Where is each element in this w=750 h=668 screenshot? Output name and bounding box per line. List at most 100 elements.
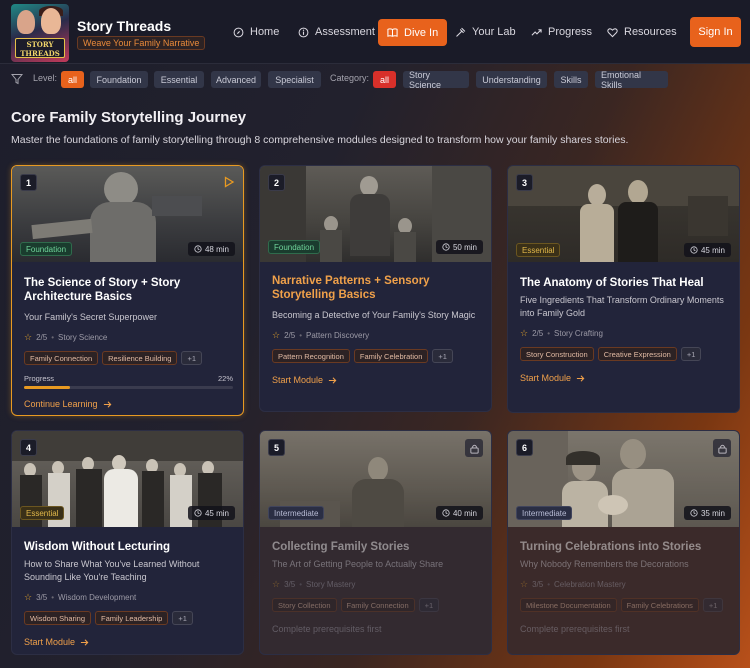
module-tags: Wisdom Sharing Family Leadership +1 — [24, 611, 233, 625]
nav-progress[interactable]: Progress — [522, 19, 601, 45]
module-category: Pattern Discovery — [306, 331, 370, 340]
compass-icon — [233, 27, 244, 37]
level-filter-label: Level: — [33, 73, 58, 83]
level-chip-essential[interactable]: Essential — [154, 71, 204, 88]
nav-your-lab[interactable]: Your Lab — [446, 19, 525, 45]
module-tag: Family Celebration — [353, 349, 429, 363]
module-card[interactable]: 2 Foundation 50 min Narrative Patterns +… — [259, 165, 492, 412]
category-chip-all[interactable]: all — [373, 71, 396, 88]
duration-text: 45 min — [204, 508, 229, 518]
module-description: Your Family's Secret Superpower — [24, 312, 157, 322]
arrow-right-icon — [328, 376, 337, 384]
action-label: Start Module — [520, 373, 572, 383]
brand-tagline: Weave Your Family Narrative — [77, 36, 206, 50]
module-tag: Story Construction — [520, 347, 594, 361]
level-chip-foundation[interactable]: Foundation — [90, 71, 148, 88]
play-icon[interactable] — [223, 176, 235, 188]
module-card[interactable]: 3 Essential 45 min The Anatomy of Storie… — [507, 165, 740, 413]
start-module-button[interactable]: Start Module — [272, 375, 481, 385]
logo-face-shape — [17, 10, 35, 34]
flask-icon — [456, 27, 466, 37]
module-category: Story Crafting — [554, 329, 603, 338]
category-filter-label: Category: — [330, 73, 370, 83]
category-chip-emotional-skills[interactable]: Emotional Skills — [595, 70, 668, 90]
action-label: Complete prerequisites first — [272, 624, 382, 634]
module-card: 5 Intermediate 40 min Collecting Family … — [259, 430, 492, 655]
duration-text: 48 min — [204, 244, 229, 254]
sign-in-button[interactable]: Sign In — [690, 17, 741, 47]
level-chip-all[interactable]: all — [61, 71, 84, 88]
meta-separator: • — [547, 329, 551, 338]
more-tags-badge[interactable]: +1 — [432, 349, 453, 363]
brand-title: Story Threads — [77, 18, 172, 34]
page-subtitle: Master the foundations of family storyte… — [11, 134, 629, 146]
module-rating: 3/5 — [532, 580, 544, 589]
info-circle-icon — [298, 27, 309, 37]
module-description: Why Nobody Remembers the Decorations — [520, 559, 689, 569]
module-tags: Family Connection Resilience Building +1 — [24, 351, 233, 365]
start-module-button[interactable]: Start Module — [24, 637, 233, 647]
continue-learning-button[interactable]: Continue Learning — [24, 399, 233, 409]
action-label: Complete prerequisites first — [520, 624, 630, 634]
nav-resources[interactable]: Resources — [598, 19, 686, 45]
module-title: Turning Celebrations into Stories — [520, 541, 702, 553]
meta-separator: • — [51, 593, 55, 602]
module-title: Wisdom Without Lecturing — [24, 541, 171, 553]
level-badge: Intermediate — [516, 506, 573, 520]
category-chip-story-science[interactable]: Story Science — [403, 70, 469, 90]
star-icon: ☆ — [520, 328, 529, 338]
module-tag: Family Connection — [340, 598, 415, 612]
module-body: Collecting Family Stories The Art of Get… — [272, 540, 481, 634]
star-icon: ☆ — [24, 332, 33, 342]
meta-separator: • — [299, 580, 303, 589]
level-badge: Intermediate — [268, 506, 325, 520]
action-label: Start Module — [24, 637, 76, 647]
module-card: 6 Intermediate 35 min Turning Celebratio… — [507, 430, 740, 655]
nav-progress-label: Progress — [548, 26, 593, 38]
module-category: Story Mastery — [306, 580, 356, 589]
module-title: Collecting Family Stories — [272, 541, 410, 553]
module-tag: Resilience Building — [102, 351, 178, 365]
nav-dive-in[interactable]: Dive In — [378, 19, 448, 46]
module-tag: Milestone Documentation — [520, 598, 617, 612]
module-tags: Story Collection Family Connection +1 — [272, 598, 481, 612]
level-badge: Essential — [20, 506, 65, 520]
level-chip-specialist[interactable]: Specialist — [268, 71, 321, 88]
module-meta: ☆ 2/5 • Story Science — [24, 332, 233, 343]
nav-assessment[interactable]: Assessment — [289, 19, 384, 45]
level-chip-advanced[interactable]: Advanced — [211, 71, 261, 88]
module-tags: Pattern Recognition Family Celebration +… — [272, 349, 481, 363]
nav-home[interactable]: Home — [224, 19, 288, 45]
more-tags-badge[interactable]: +1 — [172, 611, 193, 625]
module-number: 1 — [20, 174, 37, 191]
more-tags-badge[interactable]: +1 — [680, 347, 702, 361]
module-tags: Story Construction Creative Expression +… — [520, 347, 729, 361]
module-description: Five Ingredients That Transform Ordinary… — [520, 295, 724, 318]
clock-icon — [194, 245, 202, 253]
module-card[interactable]: 1 Foundation 48 min The Science of Story… — [11, 165, 244, 416]
module-rating: 2/5 — [532, 329, 544, 338]
module-card[interactable]: 4 Essential 45 min Wisdom Without Lectur… — [11, 430, 244, 655]
clock-icon — [442, 243, 450, 251]
module-meta: ☆ 2/5 • Story Crafting — [520, 328, 729, 339]
level-badge: Foundation — [20, 242, 73, 256]
nav-dive-in-label: Dive In — [404, 26, 439, 39]
module-description: How to Share What You've Learned Without… — [24, 559, 200, 582]
category-chip-skills[interactable]: Skills — [554, 71, 588, 88]
duration-badge: 50 min — [435, 240, 483, 254]
start-module-button[interactable]: Start Module — [520, 373, 729, 383]
filter-bar: Level: all Foundation Essential Advanced… — [0, 64, 750, 96]
module-category: Celebration Mastery — [554, 580, 626, 589]
star-icon: ☆ — [24, 592, 33, 602]
module-meta: ☆ 3/5 • Wisdom Development — [24, 592, 233, 603]
module-body: Wisdom Without Lecturing How to Share Wh… — [24, 540, 233, 647]
module-rating: 3/5 — [284, 580, 296, 589]
category-chip-understanding[interactable]: Understanding — [476, 71, 547, 88]
more-tags-badge[interactable]: +1 — [181, 351, 203, 365]
module-number: 3 — [516, 174, 533, 191]
level-badge: Foundation — [268, 240, 321, 254]
lock-icon — [465, 439, 483, 457]
module-body: Turning Celebrations into Stories Why No… — [520, 540, 729, 634]
story-threads-logo[interactable]: STORY THREADS — [11, 4, 69, 62]
module-meta: ☆ 3/5 • Story Mastery — [272, 579, 481, 590]
